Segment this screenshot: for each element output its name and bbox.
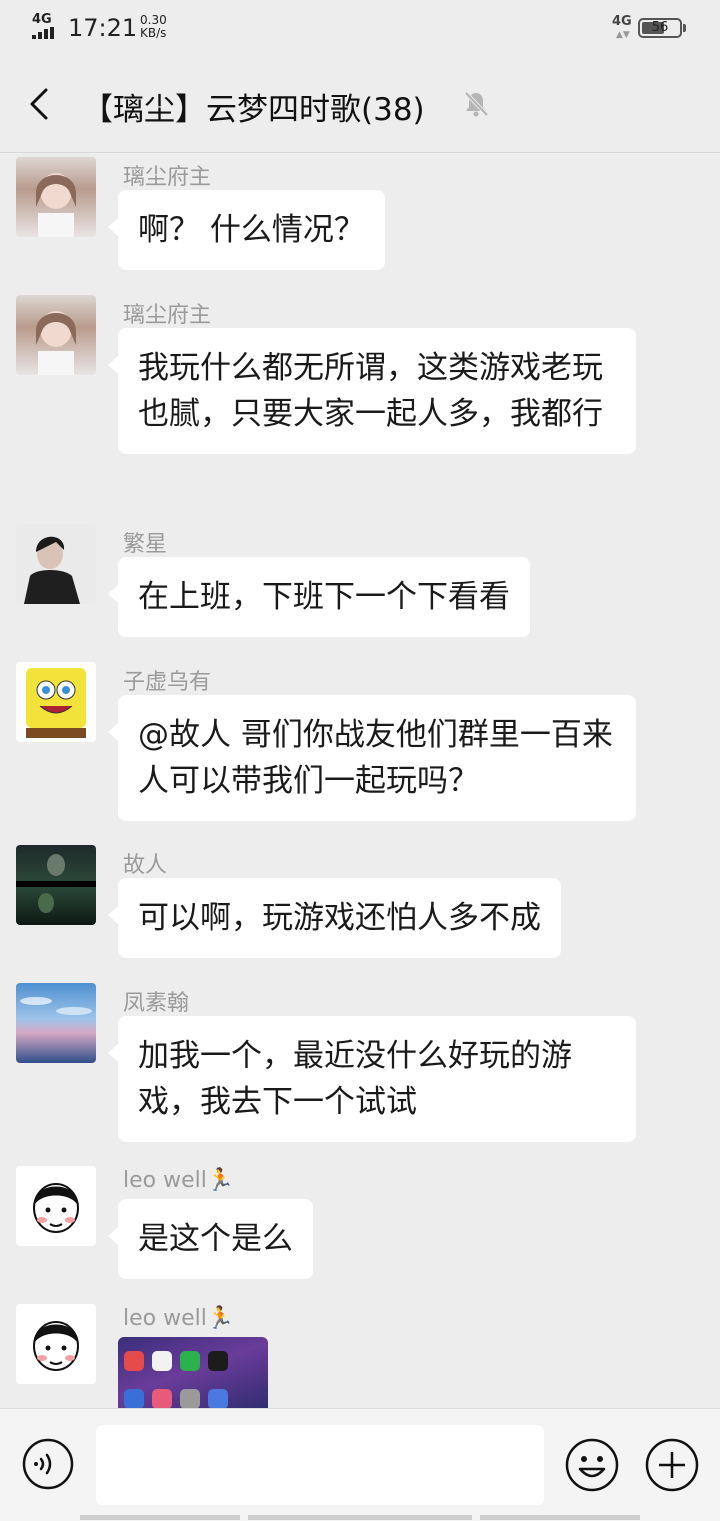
network-type: 4G <box>32 12 52 27</box>
data-arrows-icon: ▲▼ <box>616 30 630 40</box>
avatar[interactable] <box>16 983 96 1063</box>
message-bubble[interactable]: @故人 哥们你战友他们群里一百来人可以带我们一起玩吗？ <box>108 695 636 821</box>
input-bar <box>0 1408 720 1521</box>
message-bubble[interactable]: 在上班，下班下一个下看看 <box>108 557 530 637</box>
sender-name: leo well🏃 <box>123 1168 235 1193</box>
chevron-left-icon[interactable] <box>20 82 64 126</box>
message-input[interactable] <box>96 1425 544 1505</box>
emoji-icon[interactable] <box>564 1437 620 1493</box>
battery-level: 56 <box>651 20 669 35</box>
status-bar: 4G 17:21 0.30 KB/s 4G ▲▼ 56 <box>0 0 720 56</box>
avatar[interactable] <box>16 524 96 604</box>
avatar[interactable] <box>16 295 96 375</box>
signal-icon <box>32 27 60 39</box>
sender-name: 子虚乌有 <box>123 670 212 695</box>
message-bubble[interactable]: 我玩什么都无所谓，这类游戏老玩也腻，只要大家一起人多，我都行 <box>108 328 636 454</box>
sender-name: 凤素翰 <box>123 991 190 1016</box>
plus-icon[interactable] <box>644 1437 700 1493</box>
avatar[interactable] <box>16 845 96 925</box>
voice-icon[interactable] <box>21 1437 75 1491</box>
sender-name: leo well🏃 <box>123 1306 235 1331</box>
avatar[interactable] <box>16 1166 96 1246</box>
nav-hint-center <box>248 1515 472 1520</box>
message-bubble[interactable]: 加我一个，最近没什么好玩的游戏，我去下一个试试 <box>108 1016 636 1142</box>
status-time: 17:21 <box>68 14 138 42</box>
chat-header: 【璃尘】云梦四时歌(38) <box>0 56 720 153</box>
nav-hint-right <box>480 1515 640 1520</box>
avatar[interactable] <box>16 1304 96 1384</box>
image-message[interactable] <box>118 1337 268 1408</box>
message-list[interactable]: 璃尘府主 啊？ 什么情况？ 璃尘府主 我玩什么都无所谓，这类游戏老玩也腻，只要大… <box>0 153 720 1408</box>
network-type-right: 4G <box>612 14 632 29</box>
sender-name: 璃尘府主 <box>123 303 212 328</box>
nav-hint-left <box>80 1515 240 1520</box>
sender-name: 繁星 <box>123 532 168 557</box>
sender-name: 璃尘府主 <box>123 165 212 190</box>
avatar[interactable] <box>16 662 96 742</box>
message-bubble[interactable]: 是这个是么 <box>108 1199 313 1279</box>
network-speed: 0.30 KB/s <box>140 13 167 40</box>
avatar[interactable] <box>16 157 96 237</box>
bell-off-icon <box>464 91 489 117</box>
chat-title: 【璃尘】云梦四时歌(38) <box>82 92 425 128</box>
sender-name: 故人 <box>123 853 168 878</box>
battery-tip <box>683 24 686 32</box>
battery-icon: 56 <box>638 18 682 38</box>
message-bubble[interactable]: 可以啊，玩游戏还怕人多不成 <box>108 878 561 958</box>
message-bubble[interactable]: 啊？ 什么情况？ <box>108 190 385 270</box>
